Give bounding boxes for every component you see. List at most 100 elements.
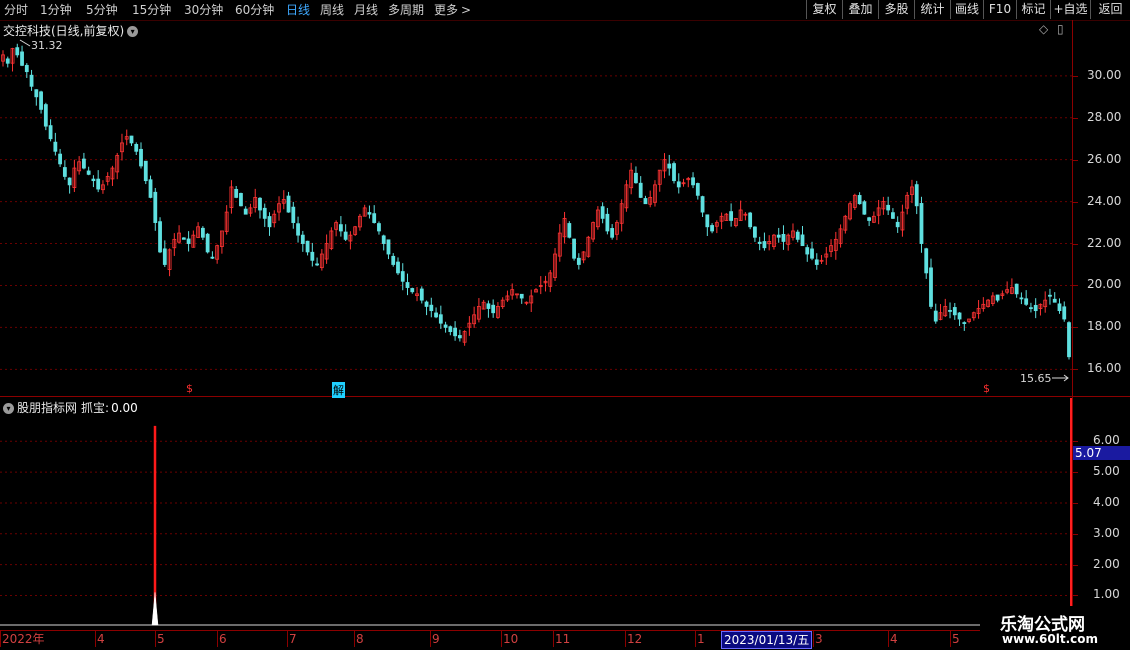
candle-body (995, 294, 1000, 301)
month-label: 8 (356, 632, 364, 646)
candle-body (429, 304, 434, 312)
price-axis-tick (1073, 75, 1078, 77)
candle-body (300, 234, 305, 244)
candlestick-chart[interactable] (0, 0, 1130, 650)
indicator-title[interactable]: ▾ 股朋指标网 抓宝: 0.00 (3, 399, 138, 416)
watermark: 乐淘公式网 www.60lt.com (980, 606, 1130, 650)
low-price-label: 15.65 (1020, 372, 1052, 385)
month-tick (95, 631, 96, 647)
month-label: 12 (627, 632, 643, 646)
indicator-tick-label: 1.00 (1093, 587, 1120, 602)
chevron-down-icon[interactable]: ▾ (3, 403, 14, 414)
price-tick-label: 22.00 (1087, 235, 1122, 250)
candle-body (424, 301, 429, 307)
candle-body (914, 184, 919, 207)
candle-body (43, 104, 48, 127)
candle-body (143, 160, 148, 182)
unlock-marker[interactable]: 解 (332, 382, 345, 398)
candle-body (234, 188, 239, 198)
candle-body (96, 178, 101, 190)
candle-body (1029, 307, 1033, 310)
candle-body (1062, 306, 1067, 320)
candle-body (315, 263, 319, 266)
candle-body (396, 261, 400, 274)
candle-body (891, 212, 895, 219)
candle-body (919, 203, 924, 244)
candle-body (610, 228, 615, 238)
candle-body (895, 221, 900, 228)
candle-body (200, 227, 205, 238)
candle-body (381, 235, 386, 244)
candle-body (53, 141, 58, 152)
candle-body (695, 183, 700, 196)
candle-body (162, 248, 167, 265)
candle-body (691, 177, 695, 186)
candle-body (1057, 303, 1062, 312)
candle-body (400, 271, 405, 282)
month-label: 3 (815, 632, 823, 646)
price-axis-tick (1073, 285, 1078, 287)
candle-body (343, 231, 348, 240)
month-label: 10 (503, 632, 519, 646)
candle-body (210, 256, 215, 259)
indicator-axis-tick (1073, 533, 1078, 535)
month-tick (695, 631, 696, 647)
candle-body (705, 214, 710, 228)
candle-body (576, 257, 581, 265)
candle-body (377, 223, 381, 232)
candle-body (862, 201, 867, 215)
low-arrow-icon (1052, 374, 1069, 382)
candle-body (776, 234, 781, 238)
candle-body (448, 326, 453, 332)
candle-body (948, 310, 952, 312)
month-tick (625, 631, 626, 647)
candle-body (1052, 298, 1057, 303)
candle-body (810, 248, 814, 259)
cursor-date-label: 2023/01/13/五 (721, 631, 813, 649)
candle-body (134, 144, 139, 152)
candle-body (386, 239, 391, 255)
candle-body (643, 198, 648, 205)
candle-body (805, 247, 810, 255)
month-label: 2022年 (2, 632, 45, 646)
price-tick-label: 24.00 (1087, 193, 1122, 208)
high-arrow-icon (19, 39, 31, 47)
candle-body (814, 259, 819, 265)
candle-body (24, 64, 29, 73)
candle-body (20, 51, 24, 66)
indicator-tick-label: 3.00 (1093, 525, 1120, 540)
candle-body (757, 241, 762, 244)
candle-body (434, 312, 438, 318)
price-tick-label: 18.00 (1087, 319, 1122, 334)
candle-body (638, 182, 643, 198)
candle-body (129, 135, 134, 144)
candle-body (186, 238, 191, 244)
candle-body (924, 248, 929, 274)
candle-body (139, 148, 143, 167)
indicator-source: 股朋指标网 (17, 401, 78, 415)
candle-body (800, 234, 805, 247)
candle-body (29, 74, 34, 87)
candle-body (153, 191, 158, 223)
month-tick (888, 631, 889, 647)
candle-body (753, 226, 757, 238)
indicator-axis-tick (1073, 564, 1078, 566)
candle-body (867, 217, 872, 221)
month-tick (287, 631, 288, 647)
dividend-marker[interactable]: $ (983, 382, 990, 395)
candle-body (762, 241, 767, 249)
month-label: 6 (219, 632, 227, 646)
candle-body (1024, 298, 1029, 305)
month-label: 1 (697, 632, 705, 646)
candle-body (962, 322, 967, 324)
candle-body (148, 179, 153, 198)
dividend-marker[interactable]: $ (186, 382, 193, 395)
candle-body (700, 196, 705, 213)
candle-body (634, 172, 638, 184)
candle-body (67, 177, 72, 186)
candle-body (491, 304, 496, 314)
month-label: 9 (432, 632, 440, 646)
candle-body (1048, 294, 1052, 297)
indicator-value: 0.00 (111, 401, 138, 415)
candle-body (58, 153, 63, 165)
